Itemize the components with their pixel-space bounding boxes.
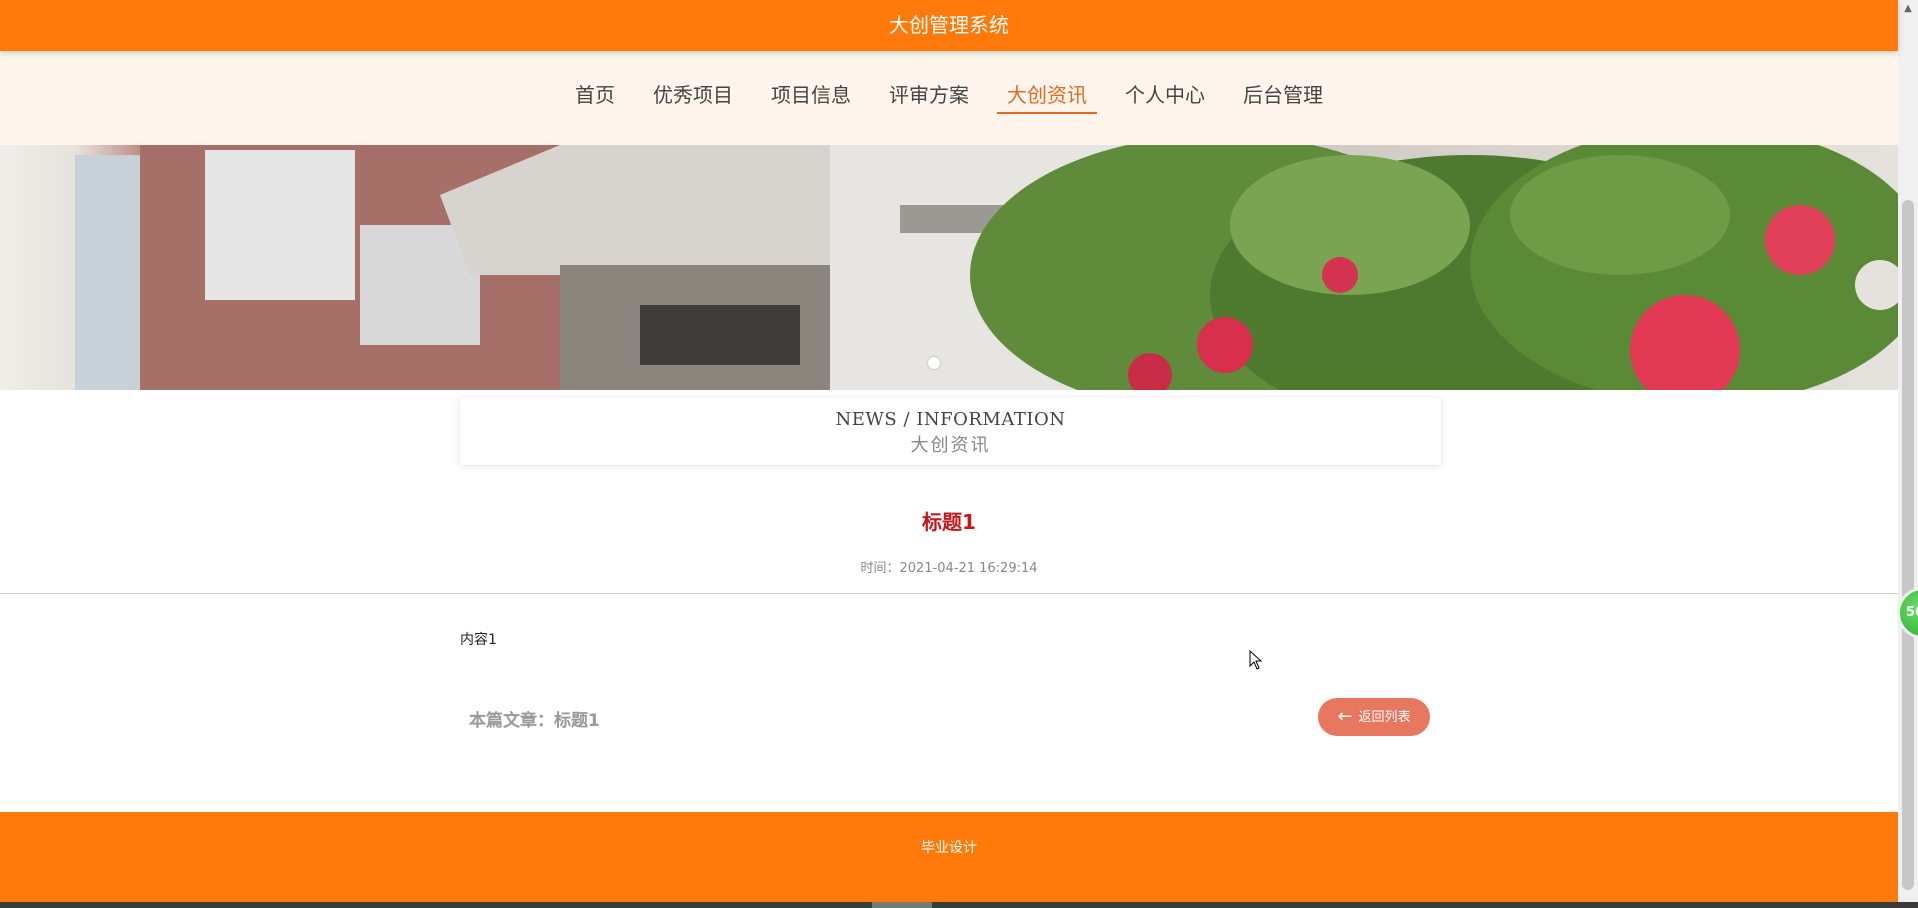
this-article-label: 本篇文章：标题1 (469, 711, 600, 731)
divider (0, 593, 1898, 594)
banner-carousel[interactable] (0, 145, 1898, 390)
section-heading: NEWS / INFORMATION 大创资讯 (460, 398, 1441, 465)
nav-item-excellent-projects[interactable]: 优秀项目 (643, 79, 743, 114)
nav-item-home[interactable]: 首页 (565, 79, 625, 114)
header-bar: 大创管理系统 (0, 0, 1898, 51)
article-time: 时间：2021-04-21 16:29:14 (860, 561, 1038, 576)
scroll-thumb[interactable] (1902, 200, 1914, 890)
horizontal-scroll-thumb[interactable] (872, 902, 932, 908)
main-nav: 首页 优秀项目 项目信息 评审方案 大创资讯 个人中心 后台管理 (0, 51, 1898, 145)
site-title: 大创管理系统 (889, 13, 1009, 37)
footer-text: 毕业设计 (921, 840, 977, 856)
floating-badge-count: 56 (1906, 605, 1918, 620)
nav-item-personal-center[interactable]: 个人中心 (1115, 79, 1215, 114)
nav-item-news[interactable]: 大创资讯 (997, 79, 1097, 114)
arrow-left-icon: ← (1337, 706, 1353, 727)
nav-item-admin[interactable]: 后台管理 (1233, 79, 1333, 114)
banner-image (75, 145, 1898, 390)
mouse-cursor-icon (1249, 650, 1263, 670)
article-title: 标题1 (922, 510, 976, 534)
nav-item-project-info[interactable]: 项目信息 (761, 79, 861, 114)
back-to-list-button[interactable]: ← 返回列表 (1318, 698, 1430, 736)
footer: 毕业设计 (0, 812, 1898, 902)
section-title-en: NEWS / INFORMATION (835, 409, 1066, 430)
nav-item-review-plan[interactable]: 评审方案 (879, 79, 979, 114)
scroll-up-icon[interactable]: ▲ (1901, 2, 1915, 16)
carousel-dot[interactable] (928, 357, 940, 369)
vertical-scrollbar[interactable]: ▲ (1898, 0, 1918, 902)
section-title-zh: 大创资讯 (910, 435, 991, 456)
article-content: 内容1 (460, 632, 497, 648)
back-to-list-label: 返回列表 (1358, 710, 1411, 725)
horizontal-scrollbar[interactable] (0, 902, 1918, 908)
